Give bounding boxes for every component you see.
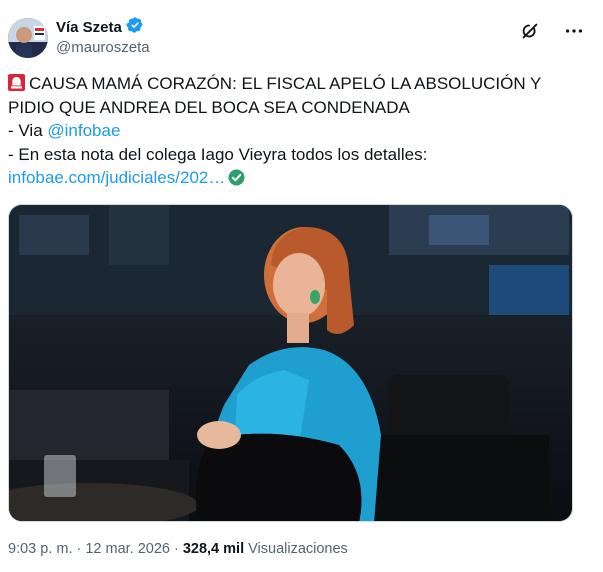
views-count: 328,4 mil: [182, 541, 245, 557]
tweet-header: Vía Szeta @mauroszeta: [8, 14, 593, 62]
tweet-text: CAUSA MAMÁ CORAZÓN: EL FISCAL APELÓ LA A…: [8, 72, 588, 190]
check-circle-icon: [228, 169, 245, 186]
more-options-icon[interactable]: [563, 20, 585, 42]
grok-icon[interactable]: [519, 20, 541, 42]
display-name[interactable]: Vía Szeta: [56, 19, 122, 36]
author-block: Vía Szeta @mauroszeta: [56, 16, 150, 56]
article-link[interactable]: infobae.com/judiciales/202…: [8, 168, 225, 187]
tweet-photo[interactable]: [8, 204, 573, 522]
tweet-date[interactable]: 12 mar. 2026: [85, 541, 170, 557]
tweet-line-5: infobae.com/judiciales/202…: [8, 166, 588, 190]
rotating-light-icon: [8, 74, 25, 91]
tweet-headline-1: CAUSA MAMÁ CORAZÓN: EL FISCAL APELÓ LA A…: [29, 74, 542, 93]
tweet-time[interactable]: 9:03 p. m.: [8, 541, 72, 557]
via-prefix: - Via: [8, 121, 48, 140]
tweet-line-4: - En esta nota del colega Iago Vieyra to…: [8, 144, 428, 164]
tweet-line-2: PIDIO QUE ANDREA DEL BOCA SEA CONDENADA: [8, 97, 410, 117]
meta-separator-2: ·: [173, 541, 179, 557]
mention-link[interactable]: @infobae: [47, 121, 120, 140]
views-label: Visualizaciones: [248, 541, 348, 557]
tweet-line-3: - Via @infobae: [8, 119, 588, 143]
handle[interactable]: @mauroszeta: [56, 39, 150, 56]
tweet-meta: 9:03 p. m. · 12 mar. 2026 · 328,4 mil Visual…: [8, 541, 348, 557]
meta-separator: ·: [76, 541, 82, 557]
tweet-line-1: CAUSA MAMÁ CORAZÓN: EL FISCAL APELÓ LA A…: [8, 72, 588, 96]
avatar[interactable]: [8, 18, 48, 58]
verified-badge-icon: [126, 16, 144, 39]
